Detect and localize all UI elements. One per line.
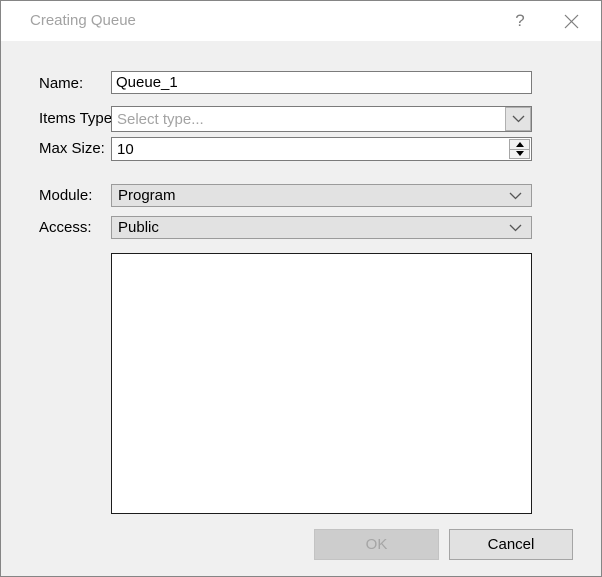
chevron-down-icon: [509, 224, 522, 232]
spin-buttons: [509, 139, 530, 159]
spin-up-icon: [516, 142, 524, 147]
close-button[interactable]: [556, 6, 586, 36]
module-select[interactable]: Program: [111, 184, 532, 207]
help-button[interactable]: ?: [505, 6, 535, 36]
dialog-title: Creating Queue: [30, 1, 136, 41]
cancel-button[interactable]: Cancel: [449, 529, 573, 560]
spin-down-icon: [516, 151, 524, 156]
max-size-spinner[interactable]: [111, 137, 532, 161]
items-type-label: Items Type:: [39, 110, 116, 127]
name-label: Name:: [39, 75, 83, 92]
items-type-input[interactable]: [112, 107, 504, 131]
close-icon: [564, 14, 579, 29]
access-value: Public: [118, 219, 159, 236]
creating-queue-dialog: Creating Queue ? Name: Items Type: Max S…: [0, 0, 602, 577]
question-mark-icon: ?: [515, 11, 524, 31]
titlebar: Creating Queue ?: [1, 1, 601, 41]
module-value: Program: [118, 187, 176, 204]
spin-down-button[interactable]: [509, 149, 530, 160]
module-label: Module:: [39, 187, 92, 204]
name-input[interactable]: [111, 71, 532, 94]
chevron-down-icon: [509, 192, 522, 200]
access-label: Access:: [39, 219, 92, 236]
max-size-label: Max Size:: [39, 140, 105, 157]
items-type-combobox[interactable]: [111, 106, 532, 132]
ok-button[interactable]: OK: [314, 529, 439, 560]
max-size-input[interactable]: [112, 138, 506, 160]
access-select[interactable]: Public: [111, 216, 532, 239]
chevron-down-icon: [512, 115, 525, 123]
items-type-dropdown-button[interactable]: [505, 107, 531, 131]
queue-details-panel[interactable]: [111, 253, 532, 514]
